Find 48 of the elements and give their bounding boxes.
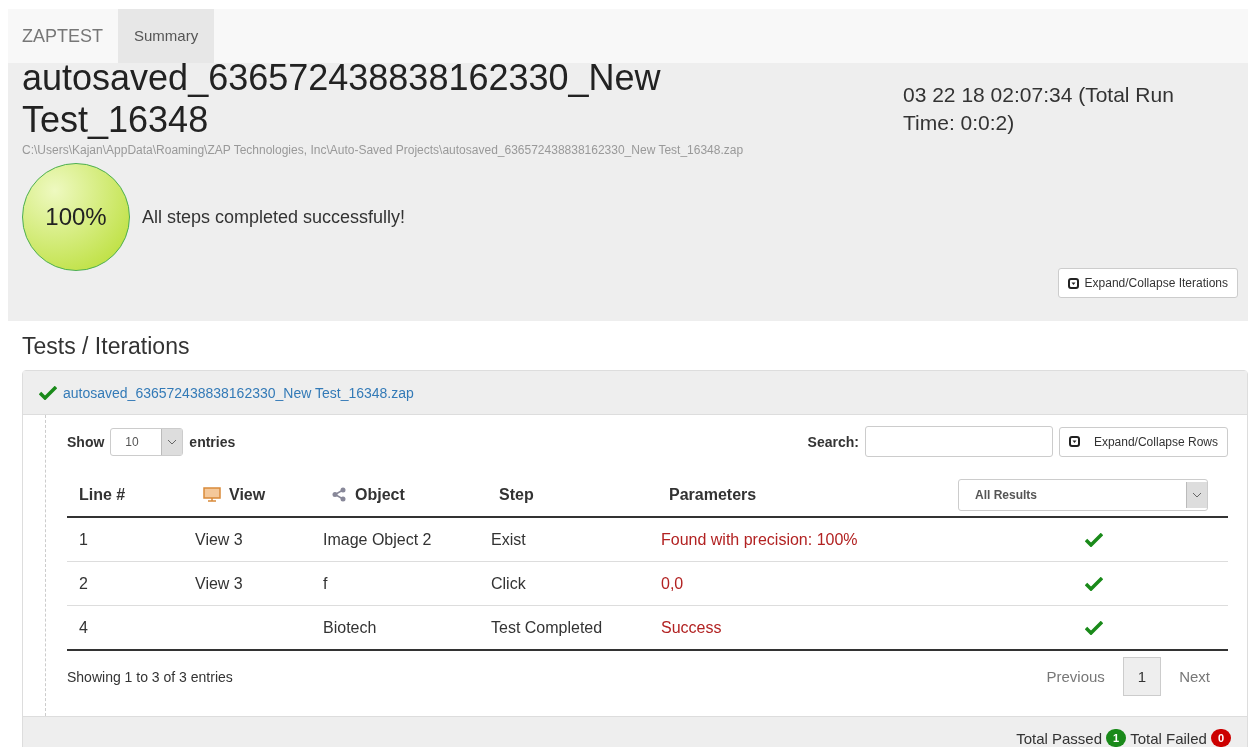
caret-icon	[1186, 481, 1207, 508]
search-label: Search:	[807, 433, 859, 450]
expand-iterations-button[interactable]: Expand/Collapse Iterations	[1057, 268, 1238, 298]
table-cell-text: 0,0	[660, 574, 685, 593]
collapse-icon	[1068, 436, 1080, 447]
result-message: All steps completed successfully!	[142, 206, 406, 228]
entries-label: entries	[189, 433, 236, 450]
passed-label: Total Passed	[1016, 729, 1103, 747]
page-size-select[interactable]: 10	[110, 427, 184, 456]
table-cell-text: Found with precision: 100%	[660, 530, 859, 549]
nav-tab[interactable]: Summary	[118, 9, 215, 63]
iteration-link[interactable]: autosaved_636572438838162330_New Test_16348.zap	[63, 384, 414, 401]
page-button[interactable]: 1	[1122, 657, 1162, 696]
table-cell-text: Test Completed	[490, 618, 604, 637]
failed-count: 0	[1210, 729, 1231, 747]
column-header[interactable]: View	[229, 485, 266, 504]
section-title: Tests / Iterations	[22, 333, 191, 360]
monitor-icon	[203, 487, 221, 502]
table-cell-text: 1	[78, 530, 89, 549]
next-link[interactable]: Next	[1161, 658, 1228, 695]
table-cell-text: View 3	[194, 530, 244, 549]
caret-icon	[161, 428, 183, 455]
failed-label: Total Failed	[1130, 729, 1207, 747]
file-path: C:\Users\Kajan\AppData\Roaming\ZAP Technologies, Inc\Auto-Saved Projects\autosaved_636572438838162330_New Test_16348.zap	[22, 143, 745, 157]
table-cell-text: 2	[78, 574, 89, 593]
table-cell-text: Success	[660, 618, 723, 637]
table-cell-text: View 3	[194, 574, 244, 593]
run-info: 03 22 18 02:07:34 (Total Run Time: 0:0:2)	[903, 82, 1175, 136]
table-cell-text: Click	[490, 574, 527, 593]
table-cell-text: Biotech	[322, 618, 378, 637]
table-cell-text: Exist	[490, 530, 527, 549]
entries-info: Showing 1 to 3 of 3 entries	[67, 668, 233, 685]
table-cell-text: Image Object 2	[322, 530, 433, 549]
column-header[interactable]: Object	[355, 485, 405, 504]
table-cell-text: f	[322, 574, 329, 593]
expand-rows-button[interactable]: Expand/Collapse Rows	[1058, 426, 1228, 457]
show-label: Show	[67, 433, 105, 450]
search-field[interactable]	[864, 426, 1053, 457]
collapse-icon	[1067, 277, 1079, 289]
column-header[interactable]: Step	[499, 485, 534, 504]
passed-count: 1	[1106, 729, 1127, 747]
column-header[interactable]: Parameters	[669, 485, 757, 504]
previous-link[interactable]: Previous	[1028, 658, 1123, 695]
share-icon	[331, 487, 347, 502]
results-filter-select[interactable]: All Results	[958, 478, 1208, 511]
column-header[interactable]: Line #	[79, 485, 126, 504]
table-cell-text: 4	[78, 618, 89, 637]
score-circle: 100%	[22, 163, 130, 271]
